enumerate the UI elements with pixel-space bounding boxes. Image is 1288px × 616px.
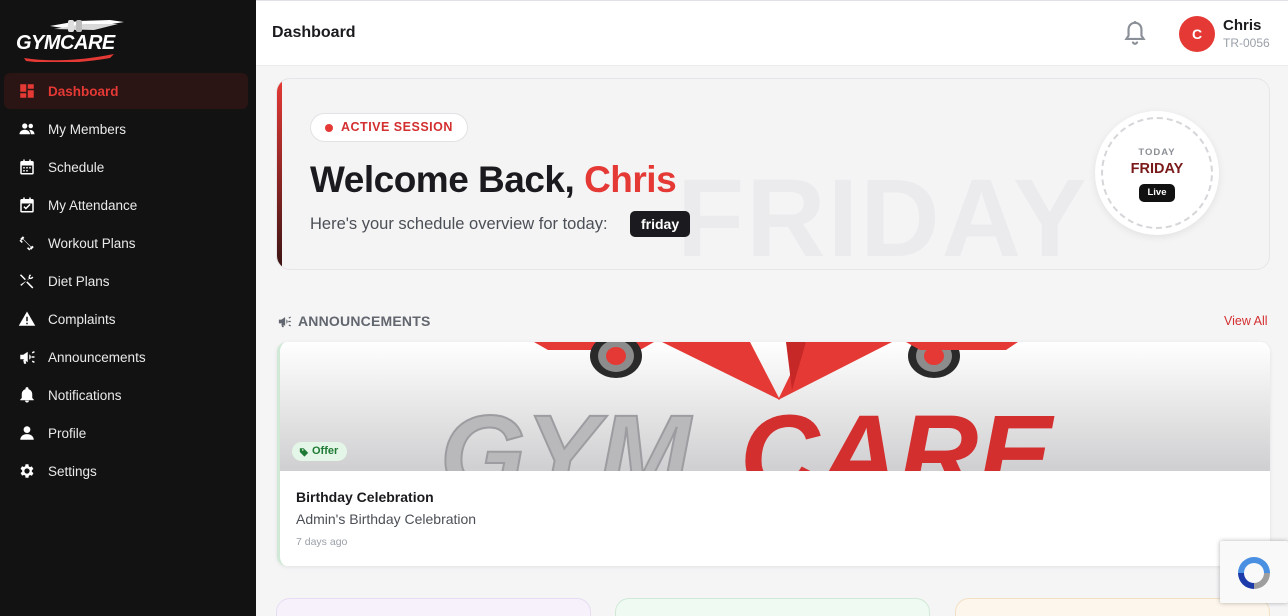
recaptcha-badge[interactable] — [1220, 541, 1288, 603]
attendance-icon — [18, 196, 36, 214]
sidebar-item-label: Dashboard — [48, 83, 119, 99]
accent-bar — [277, 79, 282, 269]
svg-text:GYM: GYM — [440, 393, 693, 471]
gymcare-banner-logo-icon: GYM CARE — [439, 342, 1055, 471]
sidebar-item-label: Notifications — [48, 387, 122, 403]
notifications-bell-icon[interactable] — [1122, 19, 1148, 49]
sidebar-nav: Dashboard My Members Schedule My Attenda… — [4, 73, 248, 491]
sidebar-item-profile[interactable]: Profile — [4, 415, 248, 451]
announcement-time: 7 days ago — [296, 536, 348, 548]
members-icon — [18, 120, 36, 138]
today-circle: TODAY FRIDAY Live — [1095, 111, 1219, 235]
recaptcha-icon — [1238, 557, 1270, 589]
user-name[interactable]: Chris — [1223, 17, 1261, 34]
user-icon — [18, 424, 36, 442]
schedule-overview-text: Here's your schedule overview for today: — [310, 215, 608, 233]
sidebar-item-schedule[interactable]: Schedule — [4, 149, 248, 185]
view-all-link[interactable]: View All — [1224, 314, 1268, 328]
sidebar-item-my-members[interactable]: My Members — [4, 111, 248, 147]
sidebar-item-label: My Members — [48, 121, 127, 137]
welcome-card: FRIDAY ACTIVE SESSION Welcome Back, Chri… — [276, 78, 1270, 270]
offer-badge-label: Offer — [312, 445, 339, 457]
sidebar-item-label: Schedule — [48, 159, 105, 175]
sidebar-item-label: My Attendance — [48, 197, 138, 213]
announcement-card[interactable]: GYM CARE Offer Birthday Celebration Admi… — [277, 342, 1270, 566]
announcement-banner-image: GYM CARE Offer — [280, 342, 1270, 471]
announcement-description: Admin's Birthday Celebration — [296, 511, 477, 527]
announcements-heading: ANNOUNCEMENTS — [277, 313, 431, 329]
active-session-badge: ACTIVE SESSION — [310, 113, 468, 142]
live-badge: Live — [1139, 184, 1175, 202]
gymcare-logo[interactable]: GYMCARE — [14, 18, 126, 63]
stat-card[interactable] — [615, 598, 930, 616]
sidebar-item-complaints[interactable]: Complaints — [4, 301, 248, 337]
announcement-title: Birthday Celebration — [296, 489, 434, 505]
welcome-heading: Welcome Back, Chris — [310, 159, 677, 201]
sidebar-item-workout-plans[interactable]: Workout Plans — [4, 225, 248, 261]
today-day: FRIDAY — [1130, 161, 1184, 177]
sidebar-item-my-attendance[interactable]: My Attendance — [4, 187, 248, 223]
welcome-user-name: Chris — [584, 159, 677, 200]
sidebar-item-dashboard[interactable]: Dashboard — [4, 73, 248, 109]
sidebar-item-notifications[interactable]: Notifications — [4, 377, 248, 413]
sidebar-item-label: Announcements — [48, 349, 146, 365]
user-id: TR-0056 — [1223, 36, 1270, 50]
sidebar-item-label: Workout Plans — [48, 235, 136, 251]
logo-text: GYMCARE — [16, 32, 115, 54]
gear-icon — [18, 462, 36, 480]
bell-icon — [18, 386, 36, 404]
warning-icon — [18, 310, 36, 328]
background-day-word: FRIDAY — [677, 157, 1089, 270]
welcome-greeting: Welcome Back, — [310, 159, 585, 200]
sidebar-item-diet-plans[interactable]: Diet Plans — [4, 263, 248, 299]
megaphone-icon — [278, 316, 291, 327]
megaphone-icon — [18, 348, 36, 366]
utensils-icon — [18, 272, 36, 290]
page-title: Dashboard — [272, 24, 356, 41]
user-avatar[interactable]: C — [1179, 16, 1215, 52]
announcements-heading-label: ANNOUNCEMENTS — [298, 313, 431, 329]
dumbbell-icon — [18, 234, 36, 252]
sidebar-item-label: Diet Plans — [48, 273, 110, 289]
sidebar-item-label: Settings — [48, 463, 97, 479]
calendar-icon — [18, 158, 36, 176]
top-header: Dashboard C Chris TR-0056 — [256, 0, 1288, 66]
sidebar-item-settings[interactable]: Settings — [4, 453, 248, 489]
sidebar-item-label: Profile — [48, 425, 87, 441]
offer-badge: Offer — [292, 442, 348, 461]
sidebar: GYMCARE Dashboard My Members Schedule My… — [0, 0, 256, 616]
sidebar-item-announcements[interactable]: Announcements — [4, 339, 248, 375]
stat-card[interactable] — [276, 598, 591, 616]
sidebar-item-label: Complaints — [48, 311, 116, 327]
today-label: TODAY — [1138, 147, 1176, 158]
svg-text:CARE: CARE — [740, 393, 1055, 471]
dashboard-icon — [18, 82, 36, 100]
tag-icon — [299, 448, 309, 457]
today-day-chip: friday — [630, 211, 691, 237]
